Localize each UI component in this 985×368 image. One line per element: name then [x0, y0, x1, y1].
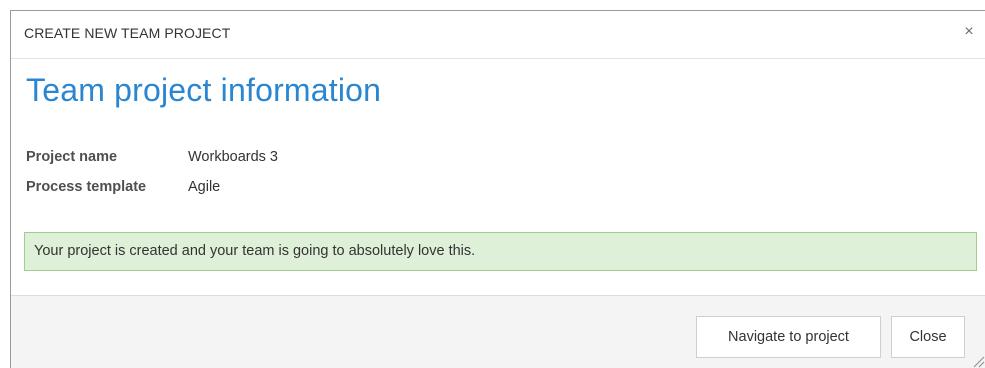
project-name-label: Project name: [26, 149, 118, 165]
create-team-project-dialog: CREATE NEW TEAM PROJECT × Team project i…: [10, 10, 985, 368]
info-row-project-name: Project name Workboards 3: [26, 149, 278, 179]
process-template-label: Process template: [26, 179, 147, 195]
navigate-to-project-button[interactable]: Navigate to project: [696, 316, 881, 358]
page-title: Team project information: [26, 72, 382, 108]
process-template-value: Agile: [188, 179, 221, 195]
dialog-title: CREATE NEW TEAM PROJECT: [24, 25, 231, 41]
success-message: Your project is created and your team is…: [24, 232, 977, 271]
close-icon[interactable]: ×: [959, 22, 979, 42]
dialog-titlebar: CREATE NEW TEAM PROJECT ×: [11, 11, 985, 59]
info-row-process-template: Process template Agile: [26, 179, 278, 209]
project-name-value: Workboards 3: [188, 149, 278, 165]
close-button[interactable]: Close: [891, 316, 965, 358]
project-info: Project name Workboards 3 Process templa…: [26, 149, 278, 209]
dialog-footer: Navigate to project Close: [11, 295, 985, 368]
resize-grip-icon[interactable]: [971, 354, 985, 368]
